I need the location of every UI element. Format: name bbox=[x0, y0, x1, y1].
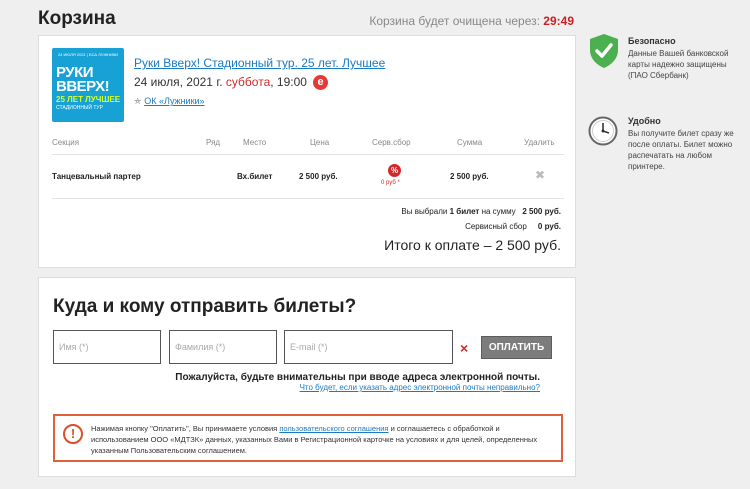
cart-timer: Корзина будет очищена через: 29:49 bbox=[369, 14, 574, 28]
fee-summary: Сервисный сбор 0 руб. bbox=[465, 222, 561, 231]
exclamation-icon: ! bbox=[63, 424, 83, 444]
clock-icon bbox=[588, 116, 618, 146]
col-header-delete: Удалить bbox=[524, 138, 555, 147]
e-logo-icon: e bbox=[313, 75, 328, 90]
convenient-title: Удобно bbox=[628, 116, 661, 126]
delete-icon[interactable]: ✖ bbox=[535, 168, 545, 182]
shield-check-icon bbox=[590, 34, 618, 68]
row-sum: 2 500 руб. bbox=[450, 172, 489, 181]
venue[interactable]: ⛤ ОК «Лужники» bbox=[134, 96, 205, 107]
col-header-sum: Сумма bbox=[457, 138, 483, 147]
pay-button[interactable]: ОПЛАТИТЬ bbox=[481, 336, 552, 359]
email-warning: Пожалуйста, будьте внимательны при вводе… bbox=[175, 372, 540, 383]
event-date-day: 24 июля, 2021 г. bbox=[134, 75, 223, 89]
fee-amount: 0 руб. bbox=[537, 222, 561, 231]
convenient-text: Вы получите билет сразу же после оплаты.… bbox=[628, 129, 734, 171]
event-weekday: суббота bbox=[225, 75, 271, 89]
table-divider bbox=[52, 198, 564, 199]
venue-link[interactable]: ОК «Лужники» bbox=[144, 96, 204, 106]
last-name-input[interactable] bbox=[169, 330, 277, 364]
row-seat: Вх.билет bbox=[237, 172, 273, 181]
row-price: 2 500 руб. bbox=[299, 172, 338, 181]
agreement-box: ! Нажимая кнопку "Оплатить", Вы принимае… bbox=[53, 414, 563, 462]
event-title-link[interactable]: Руки Вверх! Стадионный тур. 25 лет. Лучш… bbox=[134, 56, 385, 70]
poster-subtitle: 25 ЛЕТ ЛУЧШЕЕ bbox=[56, 95, 121, 104]
clear-icon[interactable]: × bbox=[460, 340, 468, 356]
row-section: Танцевальный партер bbox=[52, 172, 141, 181]
selected-summary: Вы выбрали 1 билет на сумму 2 500 руб. bbox=[401, 207, 561, 216]
safe-title: Безопасно bbox=[628, 36, 676, 46]
page-title: Корзина bbox=[38, 8, 116, 29]
col-header-fee: Серв.сбор bbox=[372, 138, 411, 147]
safe-text: Данные Вашей банковской карты надежно за… bbox=[628, 49, 729, 80]
delivery-title: Куда и кому отправить билеты? bbox=[53, 296, 357, 317]
percent-icon[interactable]: % bbox=[388, 164, 401, 177]
poster-title: РУКИ ВВЕРХ! bbox=[56, 64, 110, 95]
selected-amount: 2 500 руб. bbox=[522, 207, 561, 216]
table-divider bbox=[52, 154, 564, 155]
timer-value: 29:49 bbox=[543, 14, 574, 28]
timer-label: Корзина будет очищена через: bbox=[369, 14, 540, 28]
email-input[interactable] bbox=[284, 330, 453, 364]
order-card: 24 ИЮЛЯ 2021 | БСА ЛУЖНИКИ РУКИ ВВЕРХ! 2… bbox=[38, 35, 576, 268]
col-header-row: Ряд bbox=[206, 138, 221, 147]
delivery-card: Куда и кому отправить билеты? × ОПЛАТИТЬ… bbox=[38, 277, 576, 477]
agreement-text: Нажимая кнопку "Оплатить", Вы принимаете… bbox=[91, 424, 538, 455]
col-header-seat: Место bbox=[243, 138, 267, 147]
col-header-section: Секция bbox=[52, 138, 80, 147]
total-amount: Итого к оплате – 2 500 руб. bbox=[384, 237, 561, 253]
selected-count: 1 билет bbox=[449, 207, 480, 216]
email-help-link[interactable]: Что будет, если указать адрес электронно… bbox=[300, 383, 540, 392]
user-agreement-link[interactable]: пользовательского соглашения bbox=[279, 424, 388, 433]
row-fee: 0 руб * bbox=[381, 180, 400, 186]
building-icon: ⛤ bbox=[134, 96, 142, 106]
event-poster[interactable]: 24 ИЮЛЯ 2021 | БСА ЛУЖНИКИ РУКИ ВВЕРХ! 2… bbox=[52, 48, 124, 122]
event-time: , 19:00 bbox=[270, 75, 307, 89]
poster-top-text: 24 ИЮЛЯ 2021 | БСА ЛУЖНИКИ bbox=[57, 52, 119, 57]
col-header-price: Цена bbox=[310, 138, 330, 147]
event-date: 24 июля, 2021 г. суббота, 19:00 bbox=[134, 75, 307, 89]
poster-tour: СТАДИОННЫЙ ТУР bbox=[56, 105, 103, 111]
first-name-input[interactable] bbox=[53, 330, 161, 364]
